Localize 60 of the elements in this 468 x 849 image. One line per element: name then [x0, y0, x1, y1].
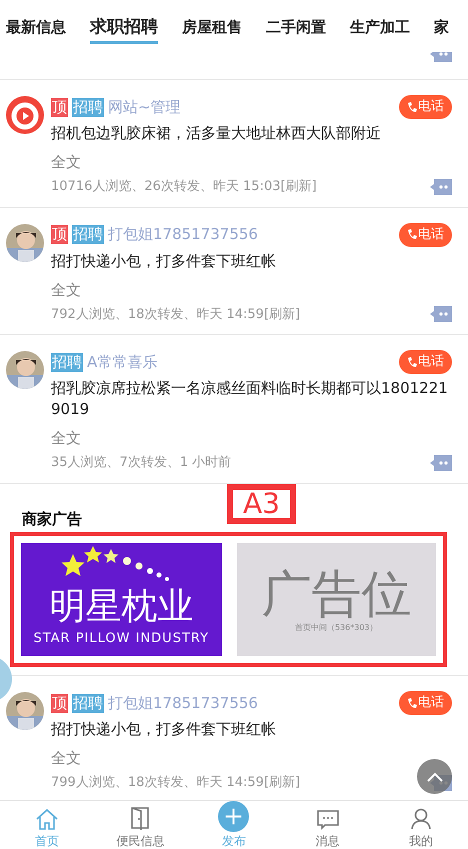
job-tag: 招聘: [72, 225, 104, 244]
home-icon: [34, 808, 59, 830]
nav-item[interactable]: 便民信息: [94, 801, 188, 849]
phone-button[interactable]: 电话: [399, 222, 452, 246]
post-content: 招机包边乳胶床裙，活多量大地址林西大队部附近: [51, 123, 382, 144]
ad-placeholder-size: 首页中间（536*303）: [294, 622, 378, 634]
phone-button[interactable]: 电话: [399, 350, 452, 374]
nav-item[interactable]: 我的: [374, 801, 468, 849]
section-title: 商家广告: [21, 508, 83, 530]
comment-icon[interactable]: [430, 454, 452, 471]
phone-icon: [407, 102, 417, 112]
ad-placeholder-title: 广告位: [261, 566, 412, 622]
post-stats: 35人浏览、7次转发、1 小时前: [51, 454, 232, 472]
user-name[interactable]: 网站~管理: [108, 96, 181, 118]
user-name[interactable]: 打包姐17851737556: [108, 223, 258, 246]
user-name[interactable]: 打包姐17851737556: [108, 692, 258, 714]
chevron-up-icon: [426, 772, 442, 782]
phone-icon: [407, 356, 417, 368]
post-stats: 792人浏览、18次转发、昨天 14:59[刷新]: [51, 306, 300, 324]
nav-item[interactable]: 发布: [187, 801, 281, 849]
post-content: 招打快递小包，打多件套下班红帐: [51, 719, 277, 740]
full-text-link[interactable]: 全文: [51, 428, 81, 448]
phone-button[interactable]: 电话: [399, 691, 452, 715]
phone-icon: [407, 698, 417, 708]
category-tab[interactable]: 生产加工: [350, 16, 410, 44]
ad-brand-title: 明星枕业: [49, 586, 194, 626]
post-stats: 10716人浏览、26次转发、昨天 15:03[刷新]: [51, 178, 317, 196]
scroll-top-button[interactable]: [417, 759, 452, 794]
comment-icon[interactable]: [430, 178, 452, 195]
top-tag: 顶: [51, 694, 68, 712]
job-tag: 招聘: [51, 352, 83, 372]
job-tag: 招聘: [72, 98, 104, 116]
logo-avatar: [6, 96, 44, 134]
top-tag: 顶: [51, 225, 68, 244]
post-content: 招打快递小包，打多件套下班红帐: [51, 250, 277, 272]
category-tab[interactable]: 求职招聘: [90, 16, 158, 44]
nav-item[interactable]: 首页: [0, 801, 94, 849]
ad-slot-marker: A3: [227, 484, 296, 524]
ad-banner[interactable]: 明星枕业 STAR PILLOW INDUSTRY: [21, 543, 222, 656]
category-tab[interactable]: 最新信息: [6, 16, 66, 44]
post-content: 招乳胶凉席拉松紧一名凉感丝面料临时长期都可以18012219019: [51, 378, 449, 420]
chat-icon: [316, 810, 339, 830]
phone-button[interactable]: 电话: [399, 95, 452, 119]
ad-brand-subtitle: STAR PILLOW INDUSTRY: [33, 630, 210, 648]
ad-placeholder[interactable]: 广告位 首页中间（536*303）: [236, 543, 436, 656]
full-text-link[interactable]: 全文: [51, 280, 81, 300]
door-icon: [130, 806, 150, 830]
job-tag: 招聘: [72, 694, 104, 712]
category-tab[interactable]: 二手闲置: [266, 16, 326, 44]
top-tag: 顶: [51, 98, 68, 116]
user-icon: [411, 808, 432, 830]
nav-item[interactable]: 消息: [280, 801, 374, 849]
category-tab[interactable]: 家: [434, 16, 449, 44]
comment-icon[interactable]: [430, 306, 452, 322]
post-stats: 799人浏览、18次转发、昨天 14:59[刷新]: [51, 774, 300, 792]
full-text-link[interactable]: 全文: [51, 748, 81, 768]
user-name[interactable]: A常常喜乐: [87, 350, 158, 374]
category-tab[interactable]: 房屋租售: [182, 16, 242, 44]
full-text-link[interactable]: 全文: [51, 152, 81, 172]
phone-icon: [407, 229, 417, 240]
